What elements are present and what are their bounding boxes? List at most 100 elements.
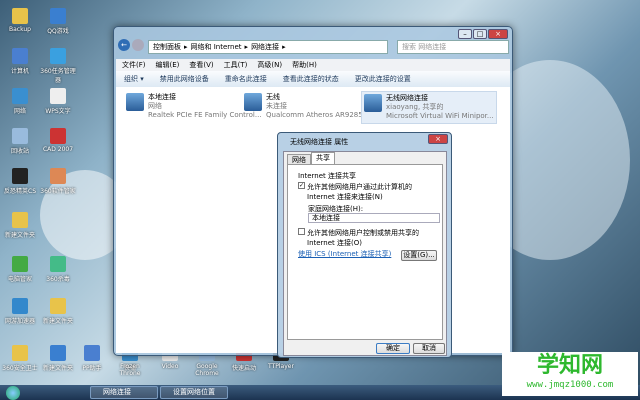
view-status-button[interactable]: 查看此连接的状态 [283,71,339,87]
network-adapter-icon [126,93,144,111]
command-bar: 组织 ▾ 禁用此网络设备 重命名此连接 查看此连接的状态 更改此连接的设置 [116,71,510,87]
desktop-icon[interactable]: PP助手 [74,345,110,372]
desktop-icon[interactable]: 360软件管家 [40,168,76,195]
connection-name: 无线网络连接 [386,94,428,102]
ok-button[interactable]: 确定 [376,343,410,354]
change-settings-button[interactable]: 更改此连接的设置 [355,71,411,87]
menu-view[interactable]: 查看(V) [189,59,213,71]
taskbar-network-location[interactable]: 设置网络位置 [160,386,228,399]
shortcut-icon [12,8,28,24]
desktop-icon-label: Backup [9,26,31,33]
minimize-button[interactable]: – [458,29,472,39]
desktop-icon-label: 新建文件夹 [42,318,73,325]
allow-control-label: 允许其他网络用户控制或禁用共享的 Internet 连接(O) [307,229,419,247]
desktop-icon[interactable]: 回收站 [2,128,38,155]
desktop-icon[interactable]: 新建文件夹 [40,298,76,325]
organize-button[interactable]: 组织 ▾ [124,71,144,87]
maximize-button[interactable]: □ [473,29,487,39]
shortcut-icon [12,345,28,361]
watermark-title: 学知网 [536,353,603,378]
disable-device-button[interactable]: 禁用此网络设备 [160,71,209,87]
desktop-icon-label: 网络 [13,108,26,115]
shortcut-icon [12,48,28,64]
menu-file[interactable]: 文件(F) [122,59,146,71]
desktop-icon[interactable]: 新建文件夹 [2,212,38,239]
shortcut-icon [50,88,66,104]
shortcut-icon [84,345,100,361]
breadcrumb-item[interactable]: 网络和 Internet [191,42,242,52]
desktop-icon-label: TTPlayer [268,363,294,370]
start-button[interactable] [6,385,20,400]
shortcut-icon [12,298,28,314]
desktop-icon-label: CAD 2007 [42,146,74,153]
ics-help-link[interactable]: 使用 ICS (Internet 连接共享) [298,249,391,259]
settings-button[interactable]: 设置(G)... [401,250,437,261]
search-input[interactable]: 搜索 网络连接 [397,40,509,54]
desktop-icon[interactable]: 电脑管家 [2,256,38,283]
connection-item-selected[interactable]: 无线网络连接 xiaoyang, 共享的 Microsoft Virtual WiF… [361,91,497,124]
connection-item[interactable]: 无线 未连接 Qualcomm Atheros AR9285 W... [242,91,380,122]
shortcut-icon [12,128,28,144]
menu-advanced[interactable]: 高级(N) [257,59,282,71]
rename-button[interactable]: 重命名此连接 [225,71,267,87]
desktop-icon[interactable]: 360安全卫士 [2,345,38,372]
desktop-icon[interactable]: 反恐精英CS [2,168,38,195]
allow-share-label: 允许其他网络用户通过此计算机的 Internet 连接来连接(N) [307,183,412,201]
desktop-icon[interactable]: 360杀毒 [40,256,76,283]
shortcut-icon [50,128,66,144]
desktop-icon[interactable]: WPS文字 [40,88,76,115]
desktop-icon-label: 新建文件夹 [42,365,73,372]
shortcut-icon [12,212,28,228]
desktop-icon[interactable]: 计算机 [2,48,38,75]
shortcut-icon [50,8,66,24]
address-bar[interactable]: 控制面板 ▸ 网络和 Internet ▸ 网络连接 ▸ [148,40,388,54]
menu-edit[interactable]: 编辑(E) [156,59,180,71]
desktop-icon-label: 新建文件夹 [4,232,35,239]
dialog-close-button[interactable]: × [428,134,448,144]
wireless-adapter-icon [364,94,382,112]
desktop-icon[interactable]: Backup [2,8,38,33]
desktop-icon-label: Frozen Throne [119,363,141,377]
shortcut-icon [50,168,66,184]
desktop-icon-label: 360安全卫士 [2,365,38,372]
shortcut-icon [12,256,28,272]
home-network-select[interactable]: 本地连接 [308,213,440,223]
menu-help[interactable]: 帮助(H) [292,59,317,71]
group-label: Internet 连接共享 [298,172,357,180]
desktop-icon-label: WPS文字 [45,108,71,115]
allow-share-checkbox[interactable]: ✓ [298,182,305,189]
close-button[interactable]: × [488,29,508,39]
allow-control-checkbox[interactable] [298,228,305,235]
breadcrumb-item[interactable]: 控制面板 [153,42,181,52]
desktop-icon[interactable]: 网络 [2,88,38,115]
desktop-icon-label: 计算机 [10,68,29,75]
back-icon[interactable]: ← [118,39,130,51]
desktop-icon-label: PP助手 [82,365,102,372]
shortcut-icon [12,88,28,104]
taskbar-network-connections[interactable]: 网络连接 [90,386,158,399]
desktop-icon[interactable]: 新建文件夹 [40,345,76,372]
desktop-icon-label: 快速启动 [231,365,256,372]
desktop-icon-label: 360杀毒 [46,276,70,283]
connection-device: Microsoft Virtual WiFi Minipor... [386,112,494,120]
properties-dialog: 无线网络连接 属性 × 网络 共享 Internet 连接共享 ✓ 允许其他网络… [277,132,452,358]
shortcut-icon [50,48,66,64]
shortcut-icon [50,256,66,272]
desktop-icon-label: Google Chrome [195,363,219,377]
desktop-icon-label: 电脑管家 [7,276,32,283]
desktop-icon[interactable]: CAD 2007 [40,128,76,153]
desktop-icon-label: 回收站 [10,148,29,155]
shortcut-icon [50,345,66,361]
desktop-icon[interactable]: QQ游戏 [40,8,76,35]
menu-tools[interactable]: 工具(T) [224,59,248,71]
shortcut-icon [50,298,66,314]
watermark: 学知网 www.jmqz1000.com [502,352,638,396]
desktop-icon-label: QQ游戏 [47,28,69,35]
desktop-icon[interactable]: 网游加速器 [2,298,38,325]
cancel-button[interactable]: 取消 [413,343,445,354]
desktop-icon[interactable]: 360任务管理器 [40,48,76,84]
forward-icon[interactable] [132,39,144,51]
wireless-adapter-icon [244,93,262,111]
breadcrumb-item[interactable]: 网络连接 [251,42,279,52]
shortcut-icon [12,168,28,184]
